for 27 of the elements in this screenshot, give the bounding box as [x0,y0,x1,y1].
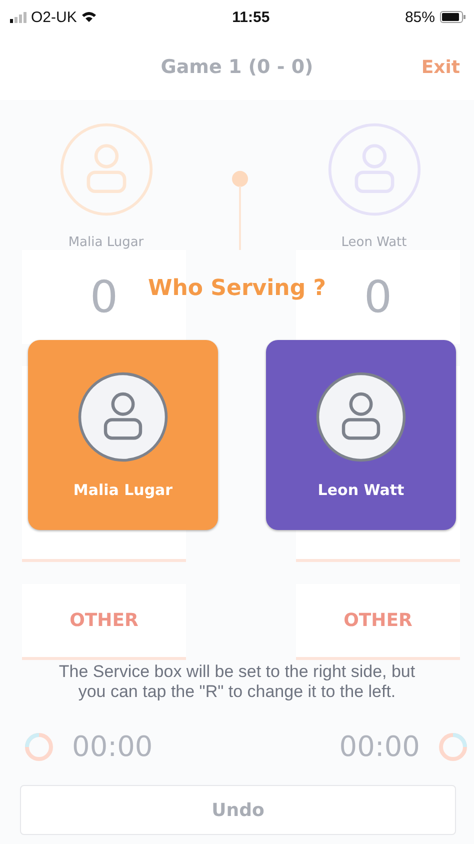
wifi-icon [80,11,97,23]
avatar-icon [326,122,422,217]
undo-button[interactable]: Undo [20,785,456,835]
player-name: Malia Lugar [68,235,144,250]
timer-value: 00:00 [339,730,420,763]
clock-time: 11:55 [232,8,270,26]
carrier-name: O2-UK [31,8,77,26]
avatar-icon [77,371,169,463]
score-value: 0 [364,272,392,322]
game-title: Game 1 (0 - 0) [160,56,314,78]
other-button[interactable]: OTHER [22,584,186,660]
player-name: Leon Watt [341,235,407,250]
avatar-icon [58,122,154,217]
battery-percent: 85% [404,8,435,26]
avatar-icon [315,371,407,463]
score-value: 0 [90,272,118,322]
service-box-message: The Service box will be set to the right side, but you can tap the "R" to change it to the left. [58,662,416,702]
server-choice-button[interactable]: Leon Watt [266,340,456,530]
signal-icon [10,12,27,22]
timer-ring-icon [24,732,54,762]
dialog-title: Who Serving ? [148,276,326,301]
timer-ring-icon [438,732,468,762]
server-choice-button[interactable]: Malia Lugar [28,340,218,530]
battery-icon [440,11,466,23]
other-button[interactable]: OTHER [296,584,460,660]
exit-button[interactable]: Exit [421,56,460,78]
timer-value: 00:00 [72,730,153,763]
